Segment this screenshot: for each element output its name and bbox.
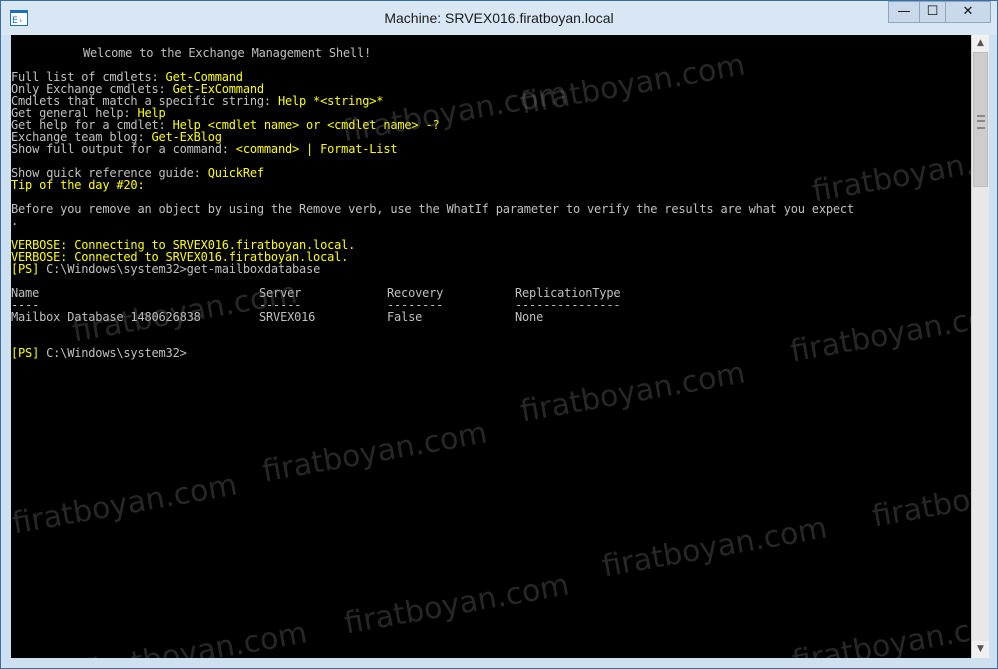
- watermark: firatboyan.com: [339, 75, 570, 150]
- tip-title: Tip of the day #20:: [11, 178, 145, 192]
- help-line: Show full output for a command: <command…: [11, 142, 398, 156]
- watermark: firatboyan.com: [809, 135, 971, 210]
- typed-command: get-mailboxdatabase: [186, 262, 321, 276]
- welcome-text: Welcome to the Exchange Management Shell…: [83, 46, 372, 60]
- exchange-shell-window: E › Machine: SRVEX016.firatboyan.local —…: [0, 0, 998, 669]
- grip-icon: [977, 115, 985, 129]
- watermark: firatboyan.com: [341, 567, 572, 642]
- minimize-button[interactable]: —: [888, 1, 919, 23]
- watermark: firatboyan.com: [517, 47, 748, 122]
- prompt-path: C:\Windows\system32>: [39, 346, 187, 360]
- scroll-up-arrow-icon[interactable]: ▲: [972, 35, 989, 52]
- table-cell-replicationtype: None: [515, 310, 544, 324]
- watermark: firatboyan.com: [787, 295, 971, 370]
- scrollbar-thumb[interactable]: [973, 52, 988, 187]
- watermark: firatboyan.com: [11, 467, 240, 542]
- watermark: firatboyan.com: [517, 355, 748, 430]
- scroll-down-arrow-icon[interactable]: ▼: [972, 641, 989, 658]
- watermark: firatboyan.com: [259, 415, 490, 490]
- command-line: [PS] C:\Windows\system32>get-mailboxdata…: [11, 263, 320, 275]
- title-bar[interactable]: E › Machine: SRVEX016.firatboyan.local —…: [1, 1, 997, 35]
- table-cell-name: Mailbox Database 1480626838: [11, 310, 201, 324]
- watermark: firatboyan.com: [789, 605, 971, 658]
- tip-text: Before you remove an object by using the…: [11, 202, 854, 216]
- watermark: firatboyan.com: [599, 510, 830, 585]
- close-button[interactable]: ✕: [945, 1, 991, 23]
- prompt-tag: [PS]: [11, 346, 40, 360]
- prompt-line[interactable]: [PS] C:\Windows\system32>: [11, 347, 187, 359]
- tip-text-wrap: .: [11, 214, 19, 228]
- vertical-scrollbar[interactable]: ▲ ▼: [971, 35, 989, 658]
- watermark: firatboyan.com: [869, 460, 971, 535]
- table-cell-recovery: False: [387, 310, 423, 324]
- prompt-tag: [PS]: [11, 262, 40, 276]
- console-output[interactable]: Welcome to the Exchange Management Shell…: [11, 35, 971, 658]
- table-cell-server: SRVEX016: [259, 310, 316, 324]
- prompt-path: C:\Windows\system32>: [39, 262, 187, 276]
- maximize-button[interactable]: ☐: [919, 1, 945, 23]
- watermark: firatboyan.com: [79, 615, 310, 658]
- window-title: Machine: SRVEX016.firatboyan.local: [384, 10, 614, 26]
